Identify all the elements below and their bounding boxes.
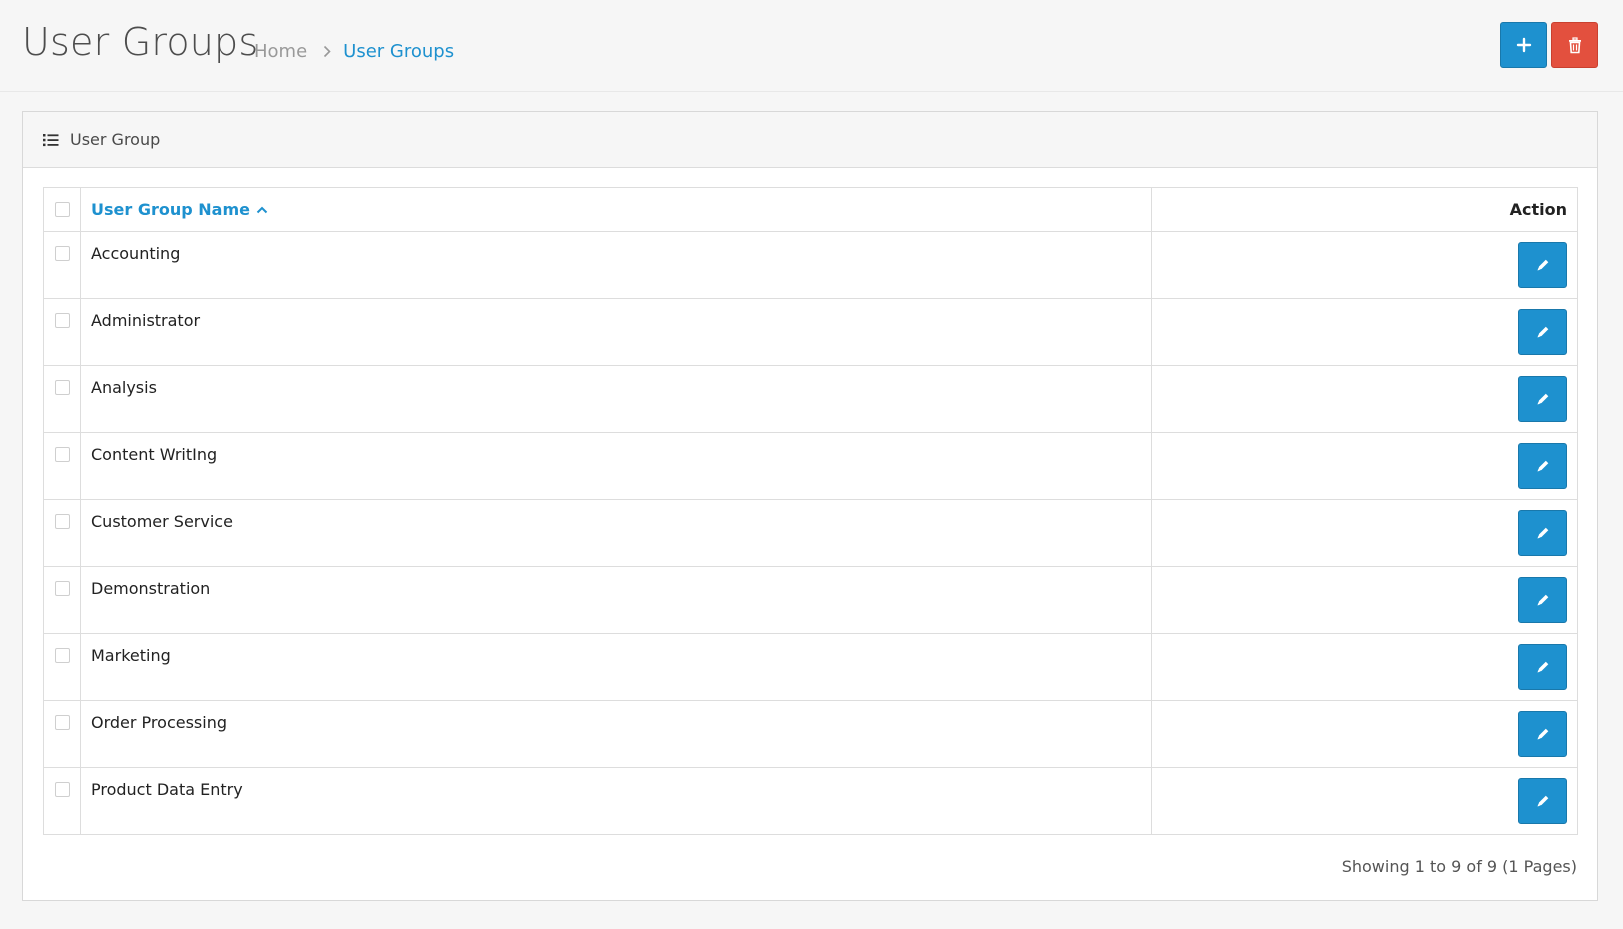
user-group-name-cell: Demonstration	[81, 567, 1152, 633]
user-group-panel: User Group User Group Name Action Accoun…	[22, 111, 1598, 901]
edit-button[interactable]	[1518, 644, 1567, 690]
select-all-checkbox[interactable]	[54, 202, 70, 217]
action-cell	[1152, 701, 1577, 767]
action-cell	[1152, 433, 1577, 499]
column-header-action-cell: Action	[1152, 188, 1577, 231]
action-cell	[1152, 567, 1577, 633]
user-group-name: Administrator	[91, 311, 201, 330]
caret-up-icon	[256, 206, 268, 214]
chevron-right-icon	[323, 45, 331, 58]
page-title: User Groups	[22, 20, 259, 64]
row-select-checkbox[interactable]	[54, 447, 70, 462]
row-select-checkbox[interactable]	[54, 715, 70, 730]
row-select-checkbox[interactable]	[54, 514, 70, 529]
table-row: Administrator	[44, 299, 1577, 366]
user-group-name: Product Data Entry	[91, 780, 243, 799]
breadcrumb: Home User Groups	[254, 41, 454, 62]
user-group-name-cell: Marketing	[81, 634, 1152, 700]
action-cell	[1152, 366, 1577, 432]
user-group-name: Order Processing	[91, 713, 227, 732]
row-checkbox-cell	[44, 500, 81, 566]
pencil-icon	[1535, 525, 1551, 541]
row-select-checkbox[interactable]	[54, 246, 70, 261]
user-group-name-cell: Customer Service	[81, 500, 1152, 566]
pencil-icon	[1535, 793, 1551, 809]
action-cell	[1152, 768, 1577, 834]
column-header-name-cell: User Group Name	[81, 188, 1152, 231]
row-select-checkbox[interactable]	[54, 313, 70, 328]
row-checkbox-cell	[44, 768, 81, 834]
user-group-name: Demonstration	[91, 579, 211, 598]
edit-button[interactable]	[1518, 577, 1567, 623]
user-group-name: Marketing	[91, 646, 171, 665]
row-checkbox-cell	[44, 232, 81, 298]
user-group-name-cell: Product Data Entry	[81, 768, 1152, 834]
table-row: Customer Service	[44, 500, 1577, 567]
row-checkbox-cell	[44, 567, 81, 633]
pencil-icon	[1535, 391, 1551, 407]
panel-title: User Group	[70, 130, 161, 149]
user-group-name-cell: Order Processing	[81, 701, 1152, 767]
pencil-icon	[1535, 659, 1551, 675]
user-group-name-cell: Content WritIng	[81, 433, 1152, 499]
panel-heading: User Group	[23, 112, 1597, 168]
table-body: Accounting Administrator Analysis Content W…	[44, 232, 1577, 835]
edit-button[interactable]	[1518, 376, 1567, 422]
breadcrumb-home-link[interactable]: Home	[254, 41, 307, 62]
row-checkbox-cell	[44, 366, 81, 432]
pencil-icon	[1535, 458, 1551, 474]
action-cell	[1152, 500, 1577, 566]
table-row: Product Data Entry	[44, 768, 1577, 835]
table-row: Demonstration	[44, 567, 1577, 634]
table-row: Accounting	[44, 232, 1577, 299]
edit-button[interactable]	[1518, 778, 1567, 824]
pagination-info: Showing 1 to 9 of 9 (1 Pages)	[1341, 857, 1577, 876]
user-groups-table: User Group Name Action Accounting Adminis…	[43, 187, 1578, 835]
delete-button[interactable]	[1551, 22, 1598, 68]
user-group-name-cell: Accounting	[81, 232, 1152, 298]
user-group-name: Content WritIng	[91, 445, 218, 464]
edit-button[interactable]	[1518, 510, 1567, 556]
action-cell	[1152, 299, 1577, 365]
row-select-checkbox[interactable]	[54, 782, 70, 797]
table-row: Order Processing	[44, 701, 1577, 768]
user-group-name-cell: Administrator	[81, 299, 1152, 365]
table-row: Marketing	[44, 634, 1577, 701]
edit-button[interactable]	[1518, 242, 1567, 288]
table-row: Content WritIng	[44, 433, 1577, 500]
add-new-button[interactable]	[1500, 22, 1547, 68]
action-cell	[1152, 232, 1577, 298]
edit-button[interactable]	[1518, 309, 1567, 355]
user-group-name-cell: Analysis	[81, 366, 1152, 432]
breadcrumb-user-groups-link[interactable]: User Groups	[343, 41, 454, 62]
plus-icon	[1516, 37, 1532, 53]
trash-icon	[1568, 36, 1582, 54]
pencil-icon	[1535, 592, 1551, 608]
sort-by-name-link[interactable]: User Group Name	[91, 200, 268, 219]
header-checkbox-cell	[44, 188, 81, 231]
column-header-name: User Group Name	[91, 200, 250, 219]
user-group-name: Analysis	[91, 378, 157, 397]
row-checkbox-cell	[44, 299, 81, 365]
pencil-icon	[1535, 257, 1551, 273]
column-header-action: Action	[1509, 200, 1567, 219]
row-checkbox-cell	[44, 634, 81, 700]
pencil-icon	[1535, 324, 1551, 340]
edit-button[interactable]	[1518, 711, 1567, 757]
table-row: Analysis	[44, 366, 1577, 433]
list-icon	[43, 133, 59, 147]
page-header: User Groups Home User Groups	[0, 0, 1623, 92]
row-checkbox-cell	[44, 433, 81, 499]
row-select-checkbox[interactable]	[54, 648, 70, 663]
pencil-icon	[1535, 726, 1551, 742]
row-checkbox-cell	[44, 701, 81, 767]
edit-button[interactable]	[1518, 443, 1567, 489]
row-select-checkbox[interactable]	[54, 380, 70, 395]
user-group-name: Customer Service	[91, 512, 233, 531]
row-select-checkbox[interactable]	[54, 581, 70, 596]
action-cell	[1152, 634, 1577, 700]
table-header-row: User Group Name Action	[44, 188, 1577, 232]
user-group-name: Accounting	[91, 244, 181, 263]
